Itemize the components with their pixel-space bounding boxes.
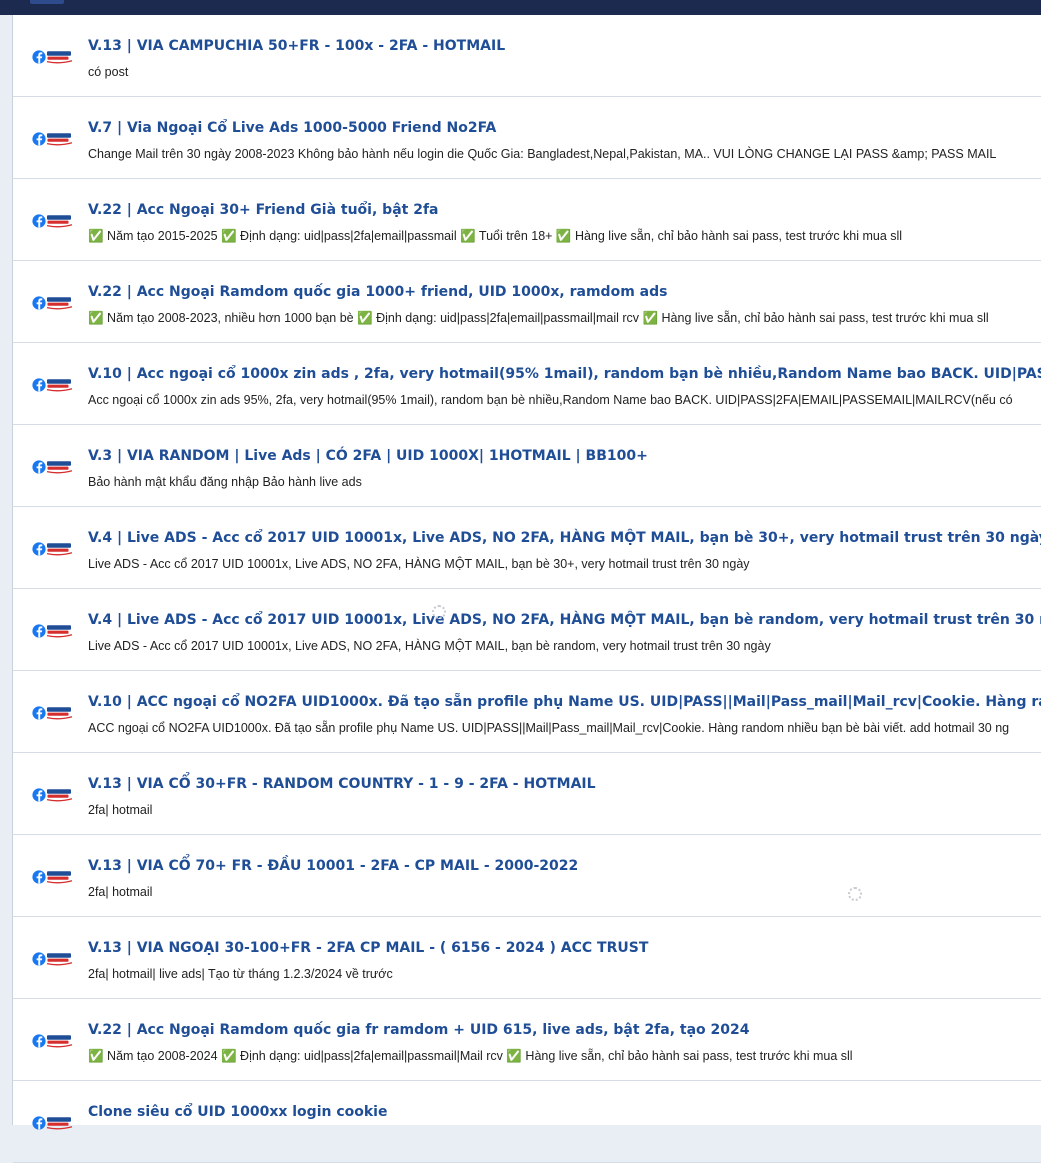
facebook-logo-icon [32,1115,74,1131]
facebook-logo-icon [32,951,74,967]
facebook-logo-icon [32,623,74,639]
product-list-item[interactable]: V.7 | Via Ngoại Cổ Live Ads 1000-5000 Fr… [13,97,1041,179]
product-title[interactable]: V.22 | Acc Ngoại 30+ Friend Già tuổi, bậ… [88,202,439,218]
facebook-logo-icon [32,131,74,147]
product-list-item[interactable]: V.22 | Acc Ngoại Ramdom quốc gia 1000+ f… [13,261,1041,343]
product-description: 2fa| hotmail| live ads| Tạo từ tháng 1.2… [88,967,393,981]
facebook-logo-icon [32,787,74,803]
product-title[interactable]: V.13 | VIA CỔ 30+FR - RANDOM COUNTRY - 1… [88,776,596,792]
product-description: Bảo hành mật khẩu đăng nhập Bảo hành liv… [88,475,362,489]
product-description: Live ADS - Acc cổ 2017 UID 10001x, Live … [88,557,750,571]
facebook-logo-icon [32,1033,74,1049]
product-description: ACC ngoại cổ NO2FA UID1000x. Đã tạo sẵn … [88,721,1010,735]
product-description: 2fa| hotmail [88,885,153,899]
facebook-logo-icon [32,49,74,65]
product-description: 2fa| hotmail [88,803,153,817]
product-list-item[interactable]: V.13 | VIA CỔ 30+FR - RANDOM COUNTRY - 1… [13,753,1041,835]
facebook-logo-icon [32,459,74,475]
product-list-item[interactable]: V.22 | Acc Ngoại Ramdom quốc gia fr ramd… [13,999,1041,1081]
facebook-logo-icon [32,213,74,229]
product-title[interactable]: V.13 | VIA CỔ 70+ FR - ĐẦU 10001 - 2FA -… [88,858,578,874]
top-navigation-bar [0,0,1041,15]
product-list: V.13 | VIA CAMPUCHIA 50+FR - 100x - 2FA … [12,15,1041,1163]
product-title[interactable]: V.13 | VIA CAMPUCHIA 50+FR - 100x - 2FA … [88,38,505,54]
facebook-logo-icon [32,541,74,557]
product-title[interactable]: V.4 | Live ADS - Acc cổ 2017 UID 10001x,… [88,612,1041,628]
product-title[interactable]: V.7 | Via Ngoại Cổ Live Ads 1000-5000 Fr… [88,120,496,136]
product-title[interactable]: V.10 | ACC ngoại cổ NO2FA UID1000x. Đã t… [88,694,1041,710]
product-description: có post [88,65,129,79]
product-description: ✅ Năm tạo 2008-2024 ✅ Định dạng: uid|pas… [88,1049,853,1063]
product-list-item[interactable]: V.13 | VIA CAMPUCHIA 50+FR - 100x - 2FA … [13,15,1041,97]
product-list-item[interactable]: V.13 | VIA CỔ 70+ FR - ĐẦU 10001 - 2FA -… [13,835,1041,917]
product-title[interactable]: V.22 | Acc Ngoại Ramdom quốc gia fr ramd… [88,1022,750,1038]
product-title[interactable]: V.13 | VIA NGOẠI 30-100+FR - 2FA CP MAIL… [88,940,648,956]
product-title[interactable]: Clone siêu cổ UID 1000xx login cookie [88,1104,387,1120]
product-title[interactable]: V.3 | VIA RANDOM | Live Ads | CÓ 2FA | U… [88,448,648,464]
product-title[interactable]: V.22 | Acc Ngoại Ramdom quốc gia 1000+ f… [88,284,667,300]
product-description: Change Mail trên 30 ngày 2008-2023 Không… [88,147,997,161]
product-description: Acc ngoại cổ 1000x zin ads 95%, 2fa, ver… [88,393,1013,407]
product-list-item[interactable]: V.3 | VIA RANDOM | Live Ads | CÓ 2FA | U… [13,425,1041,507]
product-list-item[interactable]: V.4 | Live ADS - Acc cổ 2017 UID 10001x,… [13,507,1041,589]
product-title[interactable]: V.4 | Live ADS - Acc cổ 2017 UID 10001x,… [88,530,1041,546]
loading-spinner-icon [432,605,446,619]
product-list-item[interactable]: Clone siêu cổ UID 1000xx login cookie [13,1081,1041,1163]
facebook-logo-icon [32,705,74,721]
product-list-item[interactable]: V.10 | Acc ngoại cổ 1000x zin ads , 2fa,… [13,343,1041,425]
facebook-logo-icon [32,869,74,885]
product-description: ✅ Năm tạo 2015-2025 ✅ Định dạng: uid|pas… [88,229,903,243]
product-list-item[interactable]: V.10 | ACC ngoại cổ NO2FA UID1000x. Đã t… [13,671,1041,753]
product-list-item[interactable]: V.4 | Live ADS - Acc cổ 2017 UID 10001x,… [13,589,1041,671]
nav-tab-indicator[interactable] [30,0,64,4]
loading-spinner-icon [848,887,862,901]
facebook-logo-icon [32,295,74,311]
product-description: Live ADS - Acc cổ 2017 UID 10001x, Live … [88,639,771,653]
product-description: ✅ Năm tạo 2008-2023, nhiều hơn 1000 bạn … [88,311,989,325]
product-list-item[interactable]: V.13 | VIA NGOẠI 30-100+FR - 2FA CP MAIL… [13,917,1041,999]
product-title[interactable]: V.10 | Acc ngoại cổ 1000x zin ads , 2fa,… [88,366,1041,382]
facebook-logo-icon [32,377,74,393]
product-list-item[interactable]: V.22 | Acc Ngoại 30+ Friend Già tuổi, bậ… [13,179,1041,261]
